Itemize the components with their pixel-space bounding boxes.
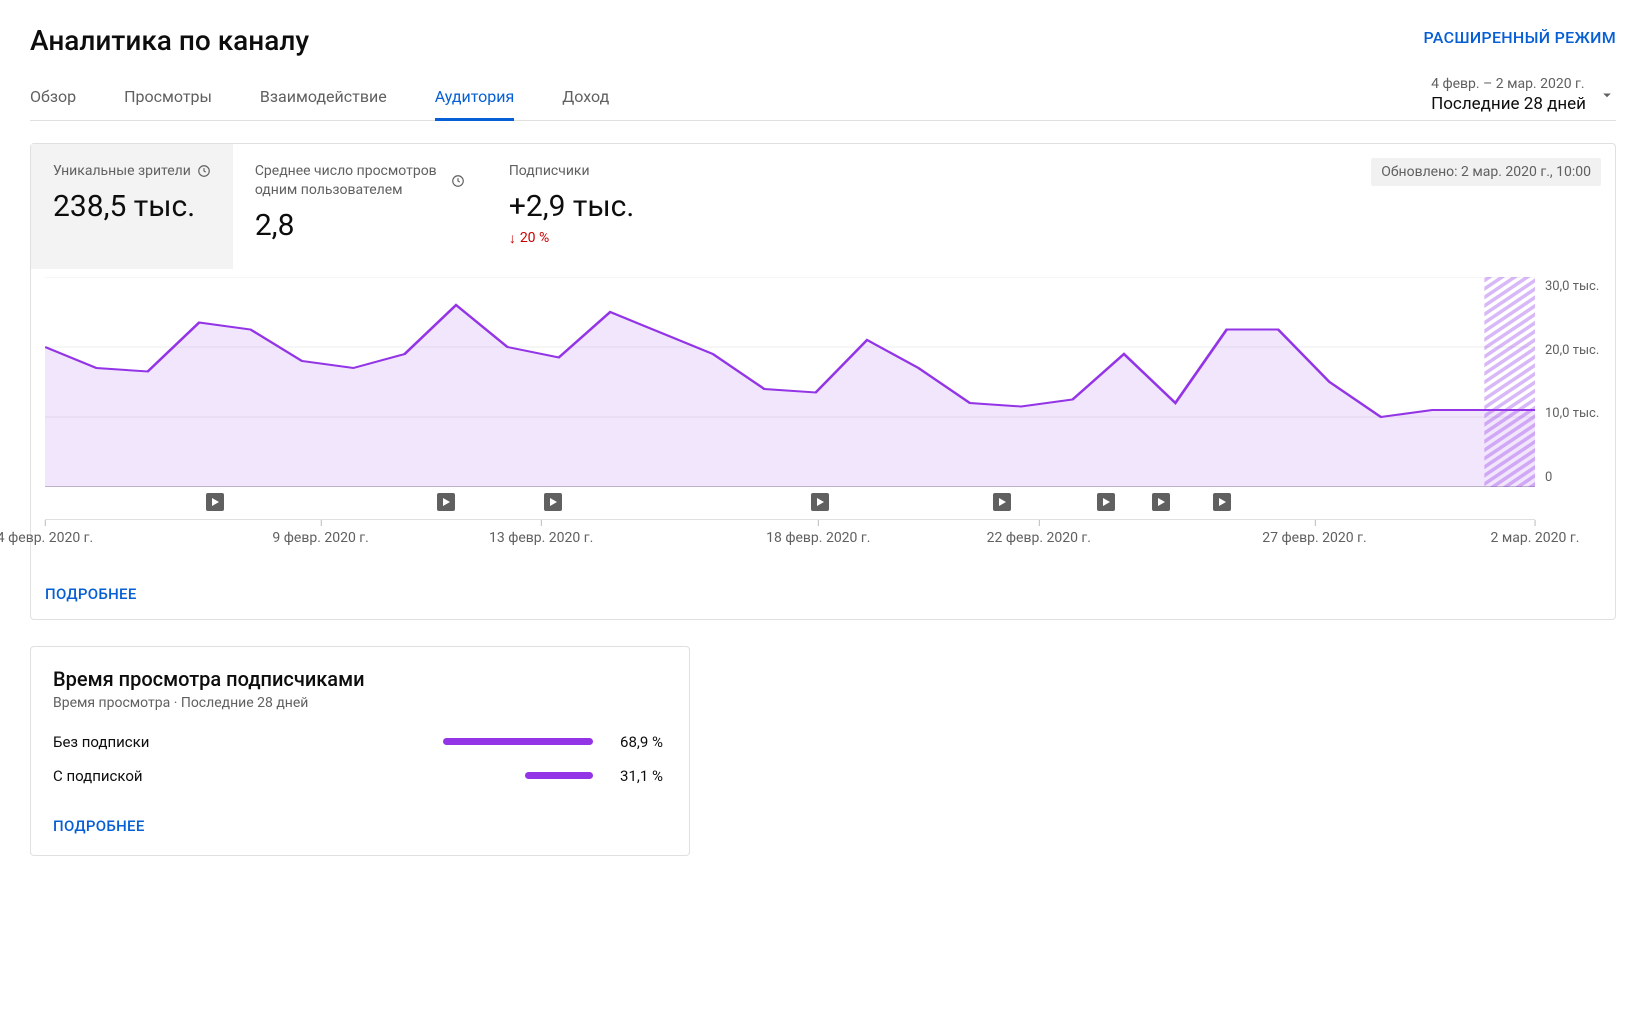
bar-value: 68,9 %: [593, 733, 663, 751]
y-tick: 20,0 тыс.: [1545, 343, 1601, 358]
watch-time-details-link[interactable]: ПОДРОБНЕЕ: [53, 801, 667, 851]
y-axis: 30,0 тыс. 20,0 тыс. 10,0 тыс. 0: [1535, 277, 1601, 487]
metric-card-1[interactable]: Среднее число просмотров одним пользоват…: [233, 144, 487, 269]
bar-fill: [525, 772, 593, 779]
metrics-row: Обновлено: 2 мар. 2020 г., 10:00 Уникаль…: [31, 144, 1615, 269]
date-range-text: 4 февр. – 2 мар. 2020 г.: [1431, 76, 1586, 92]
metric-label: Уникальные зрители: [53, 162, 211, 181]
watch-time-row: С подпиской 31,1 %: [53, 767, 667, 785]
metric-label: Подписчики: [509, 162, 665, 181]
y-tick: 10,0 тыс.: [1545, 406, 1601, 421]
play-marker-icon[interactable]: [1097, 493, 1115, 511]
tab-0[interactable]: Обзор: [30, 75, 76, 120]
metric-value: +2,9 тыс.: [509, 189, 665, 224]
watch-time-subtitle: Время просмотра · Последние 28 дней: [53, 695, 667, 711]
advanced-mode-link[interactable]: РАСШИРЕННЫЙ РЕЖИМ: [1423, 28, 1616, 47]
x-tick: 4 февр. 2020 г.: [0, 520, 93, 546]
metric-card-0[interactable]: Уникальные зрители 238,5 тыс.: [31, 144, 233, 269]
play-marker-icon[interactable]: [1152, 493, 1170, 511]
x-axis: 4 февр. 2020 г.9 февр. 2020 г.13 февр. 2…: [45, 519, 1535, 561]
watch-time-breakdown: Без подписки 68,9 % С подпиской 31,1 %: [53, 733, 667, 785]
caret-down-icon: [1598, 86, 1616, 104]
clock-icon: [197, 164, 211, 178]
bar-label: С подпиской: [53, 767, 433, 785]
play-marker-icon[interactable]: [811, 493, 829, 511]
tabs: Обзор Просмотры Взаимодействие Аудитория Дох…: [30, 75, 1616, 121]
tab-4[interactable]: Доход: [562, 75, 609, 120]
x-tick: 9 февр. 2020 г.: [272, 520, 368, 546]
x-tick: 13 февр. 2020 г.: [489, 520, 593, 546]
metric-label: Среднее число просмотров одним пользоват…: [255, 162, 465, 200]
bar-value: 31,1 %: [593, 767, 663, 785]
play-marker-icon[interactable]: [437, 493, 455, 511]
y-tick: 0: [1545, 470, 1601, 485]
tab-1[interactable]: Просмотры: [124, 75, 212, 120]
x-tick: 22 февр. 2020 г.: [987, 520, 1091, 546]
page-title: Аналитика по каналу: [30, 24, 309, 57]
watch-time-title: Время просмотра подписчиками: [53, 667, 667, 691]
x-tick: 27 февр. 2020 г.: [1262, 520, 1366, 546]
metric-card-2[interactable]: Подписчики +2,9 тыс. ↓ 20 %: [487, 144, 687, 269]
details-link[interactable]: ПОДРОБНЕЕ: [31, 569, 1615, 619]
bar-label: Без подписки: [53, 733, 433, 751]
play-marker-icon[interactable]: [544, 493, 562, 511]
chart-area: 30,0 тыс. 20,0 тыс. 10,0 тыс. 0 4 февр. 202…: [31, 269, 1615, 569]
metric-delta: ↓ 20 %: [509, 230, 665, 247]
updated-badge: Обновлено: 2 мар. 2020 г., 10:00: [1371, 158, 1601, 186]
metric-value: 2,8: [255, 208, 465, 243]
clock-icon: [451, 174, 465, 188]
bar-fill: [443, 738, 593, 745]
play-marker-icon[interactable]: [206, 493, 224, 511]
arrow-down-icon: ↓: [509, 230, 516, 247]
watch-time-row: Без подписки 68,9 %: [53, 733, 667, 751]
x-tick: 18 февр. 2020 г.: [766, 520, 870, 546]
tab-3[interactable]: Аудитория: [435, 75, 515, 120]
date-range-label: Последние 28 дней: [1431, 94, 1586, 114]
watch-time-card: Время просмотра подписчиками Время просм…: [30, 646, 690, 856]
date-range-picker[interactable]: 4 февр. – 2 мар. 2020 г. Последние 28 дн…: [1431, 76, 1616, 120]
play-marker-icon[interactable]: [1213, 493, 1231, 511]
audience-card: Обновлено: 2 мар. 2020 г., 10:00 Уникаль…: [30, 143, 1616, 620]
unique-viewers-chart[interactable]: [45, 277, 1535, 487]
event-markers-row: [45, 493, 1535, 511]
tab-2[interactable]: Взаимодействие: [260, 75, 387, 120]
x-tick: 2 мар. 2020 г.: [1491, 520, 1580, 546]
y-tick: 30,0 тыс.: [1545, 279, 1601, 294]
metric-value: 238,5 тыс.: [53, 189, 211, 224]
play-marker-icon[interactable]: [993, 493, 1011, 511]
